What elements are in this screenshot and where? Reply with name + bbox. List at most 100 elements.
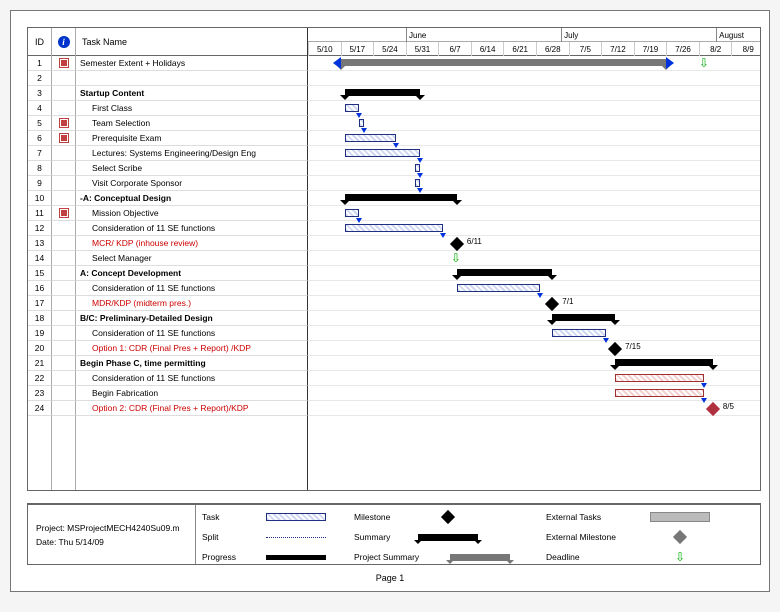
row-indicator — [52, 356, 76, 371]
row-gantt: 7/1 — [308, 296, 760, 311]
row-taskname: Select Scribe — [76, 161, 308, 176]
row-indicator — [52, 251, 76, 266]
row-id: 18 — [28, 311, 52, 326]
table-row: 15 A: Concept Development — [28, 266, 760, 281]
legend-externalmilestone: External Milestone — [546, 527, 710, 547]
row-indicator — [52, 176, 76, 191]
table-row: 21 Begin Phase C, time permitting — [28, 356, 760, 371]
row-id: 7 — [28, 146, 52, 161]
row-id: 16 — [28, 281, 52, 296]
row-gantt — [308, 206, 760, 221]
row-gantt — [308, 221, 760, 236]
table-row: 24 Option 2: CDR (Final Pres + Report)/KD… — [28, 401, 760, 416]
legend-deadline: Deadline⇩ — [546, 547, 710, 567]
row-indicator — [52, 266, 76, 281]
row-gantt: 7/15 — [308, 341, 760, 356]
table-row: 23 Begin Fabrication — [28, 386, 760, 401]
row-id: 21 — [28, 356, 52, 371]
row-taskname: First Class — [76, 101, 308, 116]
legend-milestone: Milestone — [354, 507, 478, 527]
table-row: 4 First Class — [28, 101, 760, 116]
legend-summary: Summary — [354, 527, 478, 547]
table-row: 7 Lectures: Systems Engineering/Design En… — [28, 146, 760, 161]
table-row: 19Consideration of 11 SE functions — [28, 326, 760, 341]
row-indicator — [52, 101, 76, 116]
row-taskname: -A: Conceptual Design — [76, 191, 308, 206]
row-id: 13 — [28, 236, 52, 251]
legend-projectinfo: Project: MSProjectMECH4240Su09.m Date: T… — [28, 505, 196, 564]
table-row: 14Select Manager⇩ — [28, 251, 760, 266]
row-indicator — [52, 116, 76, 131]
row-taskname: A: Concept Development — [76, 266, 308, 281]
row-id: 4 — [28, 101, 52, 116]
row-gantt — [308, 101, 760, 116]
row-gantt — [308, 386, 760, 401]
row-indicator — [52, 221, 76, 236]
row-taskname: MCR/ KDP (inhouse review) — [76, 236, 308, 251]
row-indicator — [52, 56, 76, 71]
row-taskname: Consideration of 11 SE functions — [76, 371, 308, 386]
row-taskname: B/C: Preliminary-Detailed Design — [76, 311, 308, 326]
legend-projectsummary: Project Summary — [354, 547, 510, 567]
table-row: 13MCR/ KDP (inhouse review)6/11 — [28, 236, 760, 251]
row-taskname: Lectures: Systems Engineering/Design Eng — [76, 146, 308, 161]
table-row: 20 Option 1: CDR (Final Pres + Report) /K… — [28, 341, 760, 356]
legend-split: Split — [202, 527, 326, 547]
row-taskname: Option 2: CDR (Final Pres + Report)/KDP — [76, 401, 308, 416]
row-id: 19 — [28, 326, 52, 341]
row-indicator — [52, 281, 76, 296]
row-taskname: Begin Phase C, time permitting — [76, 356, 308, 371]
row-gantt — [308, 71, 760, 86]
row-id: 14 — [28, 251, 52, 266]
row-taskname: Semester Extent + Holidays — [76, 56, 308, 71]
row-gantt — [308, 146, 760, 161]
row-gantt — [308, 371, 760, 386]
row-indicator — [52, 326, 76, 341]
table-row: 1 Semester Extent + Holidays⇩ — [28, 56, 760, 71]
row-taskname: Option 1: CDR (Final Pres + Report) /KDP — [76, 341, 308, 356]
row-gantt — [308, 131, 760, 146]
row-indicator — [52, 161, 76, 176]
legend: Project: MSProjectMECH4240Su09.m Date: T… — [27, 503, 761, 565]
row-id: 9 — [28, 176, 52, 191]
table-row: 17MDR/KDP (midterm pres.)7/1 — [28, 296, 760, 311]
row-id: 20 — [28, 341, 52, 356]
row-id: 12 — [28, 221, 52, 236]
row-gantt — [308, 311, 760, 326]
gantt-sheet: ID i Task Name JuneJulyAugust 5/105/175/… — [10, 10, 770, 592]
row-id: 23 — [28, 386, 52, 401]
table-row: 10 -A: Conceptual Design — [28, 191, 760, 206]
project-line: Project: MSProjectMECH4240Su09.m — [36, 523, 187, 533]
row-indicator — [52, 146, 76, 161]
row-gantt: ⇩ — [308, 56, 760, 71]
row-taskname: MDR/KDP (midterm pres.) — [76, 296, 308, 311]
table-row: 2 — [28, 71, 760, 86]
row-id: 8 — [28, 161, 52, 176]
row-id: 10 — [28, 191, 52, 206]
row-indicator — [52, 386, 76, 401]
legend-progress: Progress — [202, 547, 326, 567]
row-id: 24 — [28, 401, 52, 416]
row-id: 15 — [28, 266, 52, 281]
row-taskname: Mission Objective — [76, 206, 308, 221]
row-taskname: Select Manager — [76, 251, 308, 266]
row-taskname: Startup Content — [76, 86, 308, 101]
row-gantt — [308, 191, 760, 206]
table-row: 18 B/C: Preliminary-Detailed Design — [28, 311, 760, 326]
row-gantt — [308, 161, 760, 176]
row-id: 1 — [28, 56, 52, 71]
row-gantt — [308, 116, 760, 131]
page-number: Page 1 — [11, 573, 769, 583]
row-taskname: Prerequisite Exam — [76, 131, 308, 146]
row-indicator — [52, 236, 76, 251]
row-gantt: 8/5 — [308, 401, 760, 416]
row-taskname — [76, 71, 308, 86]
row-id: 2 — [28, 71, 52, 86]
row-id: 11 — [28, 206, 52, 221]
row-gantt — [308, 86, 760, 101]
row-indicator — [52, 311, 76, 326]
table-row: 16Consideration of 11 SE functions — [28, 281, 760, 296]
row-indicator — [52, 131, 76, 146]
table-row: 8 Select Scribe — [28, 161, 760, 176]
row-taskname: Begin Fabrication — [76, 386, 308, 401]
